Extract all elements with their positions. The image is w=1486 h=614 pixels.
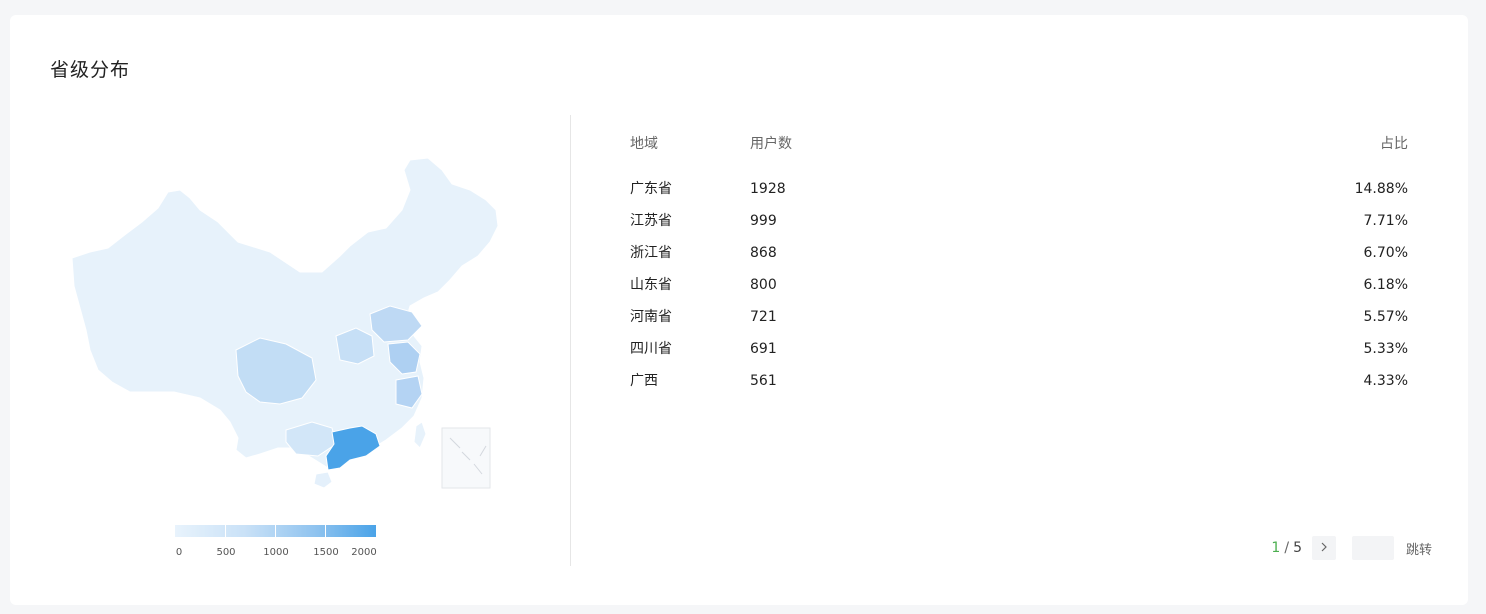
cell-ratio: 6.18% xyxy=(1363,277,1408,293)
legend-label-1000: 1000 xyxy=(263,547,289,558)
cell-ratio: 5.33% xyxy=(1363,341,1408,357)
table-row: 广东省 1928 14.88% xyxy=(630,178,1408,210)
table-row: 浙江省 868 6.70% xyxy=(630,242,1408,274)
table-row: 江苏省 999 7.71% xyxy=(630,210,1408,242)
map-region-taiwan[interactable] xyxy=(413,421,427,449)
pagination: 1 / 5 跳转 xyxy=(1271,535,1432,561)
cell-users: 561 xyxy=(750,373,777,389)
legend-label-0: 0 xyxy=(175,547,183,558)
map-region-guangdong[interactable] xyxy=(325,425,381,471)
cell-region: 广西 xyxy=(630,373,658,389)
cell-users: 999 xyxy=(750,213,777,229)
vertical-divider xyxy=(570,115,571,566)
china-map: 0 500 1000 1500 2000 xyxy=(50,130,530,580)
cell-region: 四川省 xyxy=(630,341,672,357)
china-map-svg xyxy=(71,157,499,489)
province-table: 地域 用户数 占比 广东省 1928 14.88% 江苏省 999 7.71% … xyxy=(630,133,1408,402)
legend-tick xyxy=(275,525,276,537)
cell-users: 691 xyxy=(750,341,777,357)
jump-button[interactable]: 跳转 xyxy=(1406,539,1432,558)
cell-region: 广东省 xyxy=(630,181,672,197)
header-ratio: 占比 xyxy=(1380,136,1408,152)
cell-region: 山东省 xyxy=(630,277,672,293)
cell-ratio: 7.71% xyxy=(1363,213,1408,229)
cell-users: 1928 xyxy=(750,181,786,197)
south-china-sea-inset xyxy=(441,427,491,489)
map-region-hainan[interactable] xyxy=(313,471,333,489)
cell-region: 河南省 xyxy=(630,309,672,325)
jump-page-input[interactable] xyxy=(1351,536,1394,560)
header-users: 用户数 xyxy=(750,136,792,152)
table-row: 山东省 800 6.18% xyxy=(630,274,1408,306)
page-separator: / xyxy=(1284,540,1290,556)
map-landmass[interactable] xyxy=(71,157,499,469)
cell-users: 721 xyxy=(750,309,777,325)
table-row: 四川省 691 5.33% xyxy=(630,338,1408,370)
cell-users: 800 xyxy=(750,277,777,293)
cell-region: 江苏省 xyxy=(630,213,672,229)
legend-tick xyxy=(225,525,226,537)
table-header-row: 地域 用户数 占比 xyxy=(630,133,1408,178)
legend-label-2000: 2000 xyxy=(351,547,377,558)
legend-tick xyxy=(325,525,326,537)
legend-label-1500: 1500 xyxy=(313,547,339,558)
cell-users: 868 xyxy=(750,245,777,261)
cell-ratio: 14.88% xyxy=(1354,181,1408,197)
next-page-button[interactable] xyxy=(1311,536,1336,560)
page-current: 1 xyxy=(1271,540,1281,556)
cell-region: 浙江省 xyxy=(630,245,672,261)
province-distribution-card: 省级分布 0 500 1000 1500 2000 地域 用户数 占比 广东省 … xyxy=(10,15,1468,605)
legend-label-500: 500 xyxy=(216,547,236,558)
map-legend: 0 500 1000 1500 2000 xyxy=(175,525,385,565)
card-title: 省级分布 xyxy=(50,59,131,81)
table-row: 广西 561 4.33% xyxy=(630,370,1408,402)
chevron-right-icon xyxy=(1319,541,1329,556)
cell-ratio: 6.70% xyxy=(1363,245,1408,261)
cell-ratio: 5.57% xyxy=(1363,309,1408,325)
cell-ratio: 4.33% xyxy=(1363,373,1408,389)
table-row: 河南省 721 5.57% xyxy=(630,306,1408,338)
page-total: 5 xyxy=(1293,540,1302,556)
header-region: 地域 xyxy=(630,136,658,152)
